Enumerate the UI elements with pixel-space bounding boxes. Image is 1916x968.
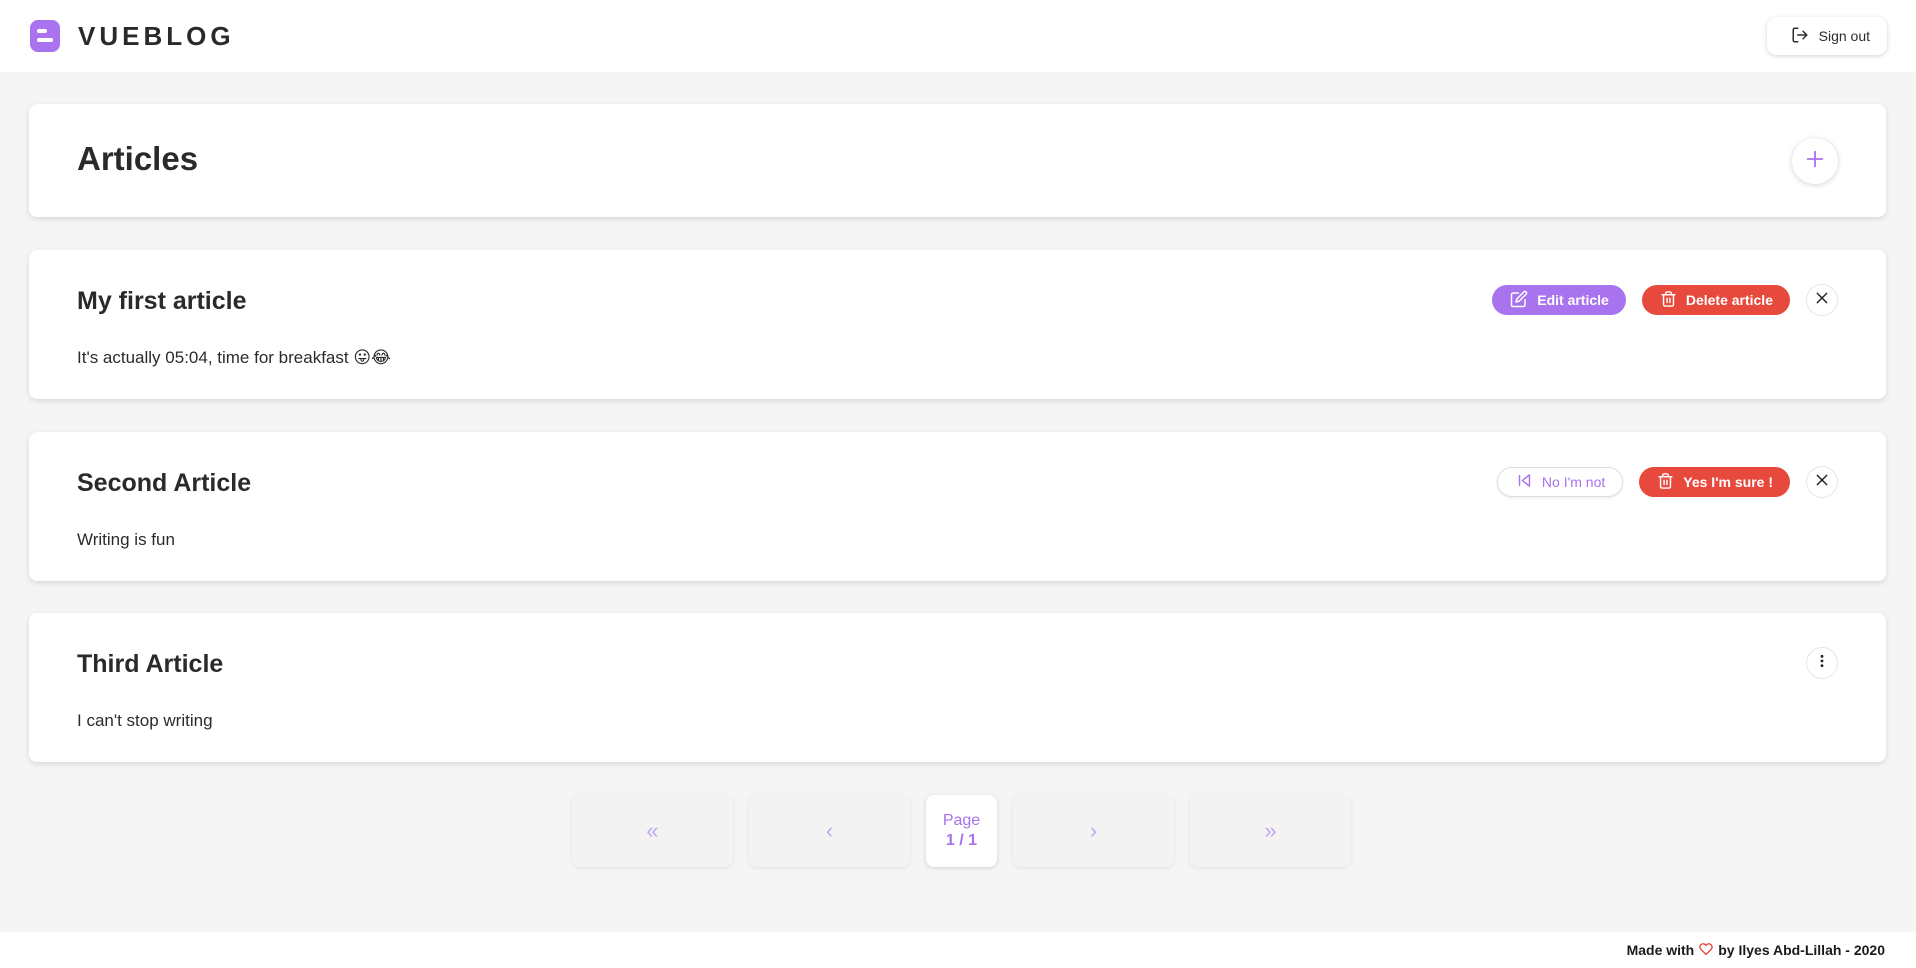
footer-made-with: Made with [1626,942,1695,958]
skip-back-icon [1516,472,1533,492]
article-actions: Edit article Delete article [1492,284,1838,316]
close-icon [1815,291,1829,310]
top-navbar: VUEBLOG Sign out [0,0,1916,72]
page-value: 1 / 1 [945,832,978,849]
article-body: I can't stop writing [77,711,213,730]
edit-icon [1510,290,1528,311]
heart-icon [1699,942,1714,958]
plus-icon [1804,148,1826,175]
page-title: Articles [77,140,199,177]
trash-icon [1660,290,1677,311]
double-chevron-right-icon: » [1264,818,1277,843]
article-card: My first article Edit article Delete art [29,250,1886,399]
trash-icon [1657,472,1674,493]
article-title: Second Article [77,469,252,497]
article-body: Writing is fun [77,530,175,549]
article-body: It's actually 05:04, time for breakfast … [77,348,391,367]
blogger-logo-icon [29,19,61,53]
confirm-delete-button[interactable]: Yes I'm sure ! [1639,467,1790,497]
close-icon [1815,473,1829,492]
page-label: Page [942,812,981,829]
add-article-button[interactable] [1792,138,1838,184]
article-title: My first article [77,287,247,315]
sign-out-button[interactable]: Sign out [1766,17,1887,55]
close-actions-button[interactable] [1806,466,1838,498]
close-actions-button[interactable] [1806,284,1838,316]
article-card: Third Article I can't stop writing [29,613,1886,762]
edit-article-label: Edit article [1537,292,1609,308]
delete-article-button[interactable]: Delete article [1641,285,1790,315]
first-page-button[interactable]: « [572,795,733,867]
double-chevron-left-icon: « [646,818,659,843]
article-title: Third Article [77,650,224,678]
chevron-right-icon: › [1089,818,1098,843]
article-actions: No I'm not Yes I'm sure ! [1496,466,1838,498]
cancel-delete-button[interactable]: No I'm not [1496,467,1624,497]
brand[interactable]: VUEBLOG [29,19,235,53]
confirm-delete-label: Yes I'm sure ! [1683,474,1773,490]
brand-name: VUEBLOG [78,20,235,51]
last-page-button[interactable]: » [1190,795,1351,867]
delete-article-label: Delete article [1685,292,1773,308]
more-vertical-icon [1815,653,1829,674]
sign-out-icon [1791,26,1809,47]
previous-page-button[interactable]: ‹ [749,795,910,867]
pagination: « ‹ Page 1 / 1 › » [572,795,1351,867]
edit-article-button[interactable]: Edit article [1492,285,1626,315]
next-page-button[interactable]: › [1013,795,1174,867]
cancel-delete-label: No I'm not [1541,474,1606,490]
article-menu-button[interactable] [1806,647,1838,679]
article-card: Second Article No I'm not Yes I'm sure ! [29,432,1886,581]
article-actions [1806,647,1838,679]
articles-header-card: Articles [29,104,1886,217]
sign-out-label: Sign out [1818,28,1870,44]
footer-author: by Ilyes Abd-Lillah - 2020 [1718,942,1885,958]
footer: Made with by Ilyes Abd-Lillah - 2020 [0,932,1916,968]
current-page-indicator: Page 1 / 1 [926,795,997,867]
chevron-left-icon: ‹ [825,818,834,843]
